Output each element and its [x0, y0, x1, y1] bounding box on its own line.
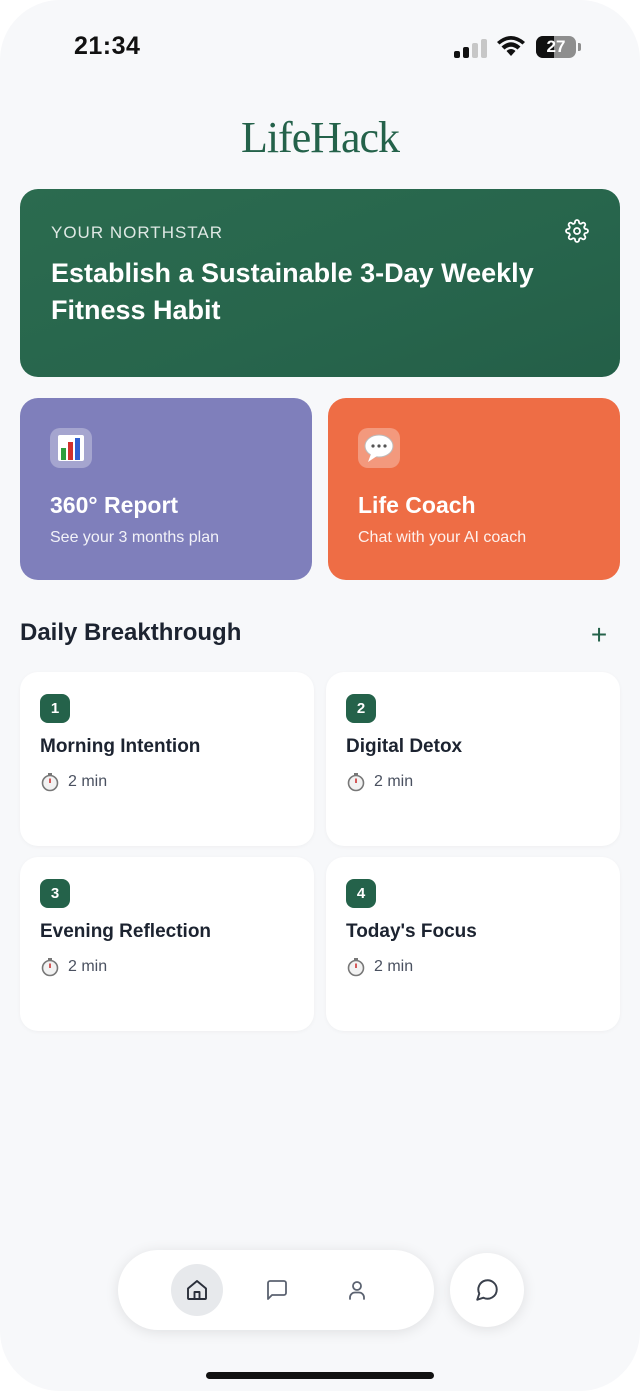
home-icon [187, 1280, 207, 1300]
task-duration: 2 min [40, 772, 107, 792]
report-card[interactable]: 360° Report See your 3 months plan [20, 398, 312, 580]
nav-home[interactable] [171, 1264, 223, 1316]
cellular-signal-icon [454, 38, 488, 58]
northstar-title: Establish a Sustainable 3-Day Weekly Fit… [51, 258, 534, 325]
task-title: Evening Reflection [40, 921, 212, 942]
stopwatch-icon [41, 773, 59, 792]
task-duration-text: 2 min [374, 773, 414, 790]
northstar-label: YOUR NORTHSTAR [51, 223, 224, 242]
task-number-badge: 4 [346, 879, 376, 908]
task-duration-text: 2 min [374, 958, 414, 975]
task-duration: 2 min [346, 957, 413, 977]
stopwatch-icon [41, 958, 59, 977]
report-subtitle: See your 3 months plan [50, 529, 219, 546]
task-title: Today's Focus [346, 921, 477, 942]
bar-chart-icon [50, 428, 92, 468]
user-icon [349, 1281, 365, 1300]
chat-fab-button[interactable] [450, 1253, 524, 1327]
nav-profile[interactable] [331, 1264, 383, 1316]
task-title: Morning Intention [40, 736, 201, 757]
stopwatch-icon [347, 773, 365, 792]
report-title: 360° Report [50, 492, 179, 518]
task-duration: 2 min [346, 772, 413, 792]
stopwatch-icon [347, 958, 365, 977]
home-indicator[interactable] [206, 1372, 434, 1379]
gear-icon[interactable] [565, 219, 589, 243]
daily-breakthrough-title: Daily Breakthrough [20, 619, 242, 646]
life-coach-title: Life Coach [358, 492, 476, 518]
task-number-badge: 3 [40, 879, 70, 908]
northstar-card[interactable]: YOUR NORTHSTAR Establish a Sustainable 3… [20, 189, 620, 377]
task-title: Digital Detox [346, 736, 463, 757]
battery-level: 27 [546, 37, 566, 56]
plus-icon[interactable]: + [585, 621, 613, 650]
task-duration: 2 min [40, 957, 107, 977]
message-square-icon [267, 1280, 287, 1300]
life-coach-subtitle: Chat with your AI coach [358, 529, 527, 546]
task-card[interactable]: 4 Today's Focus 2 min [326, 857, 620, 1031]
task-card[interactable]: 1 Morning Intention 2 min [20, 672, 314, 846]
task-duration-text: 2 min [68, 773, 108, 790]
chat-bubble-icon [476, 1279, 498, 1301]
bottom-nav [118, 1250, 434, 1330]
wifi-icon [497, 36, 525, 56]
task-card[interactable]: 3 Evening Reflection 2 min [20, 857, 314, 1031]
app-logo: LifeHack [240, 113, 400, 162]
battery-cap [578, 43, 581, 51]
nav-messages[interactable] [251, 1264, 303, 1316]
battery-icon: 27 [536, 36, 576, 58]
speech-bubble-icon [358, 428, 400, 468]
phone-screen: 21:34 27 LifeHack YOUR NORTHSTAR Establi… [0, 0, 640, 1391]
task-card[interactable]: 2 Digital Detox 2 min [326, 672, 620, 846]
task-number-badge: 1 [40, 694, 70, 723]
task-number-badge: 2 [346, 694, 376, 723]
task-duration-text: 2 min [68, 958, 108, 975]
status-time: 21:34 [74, 32, 141, 60]
status-bar: 21:34 27 [0, 0, 640, 90]
life-coach-card[interactable]: Life Coach Chat with your AI coach [328, 398, 620, 580]
